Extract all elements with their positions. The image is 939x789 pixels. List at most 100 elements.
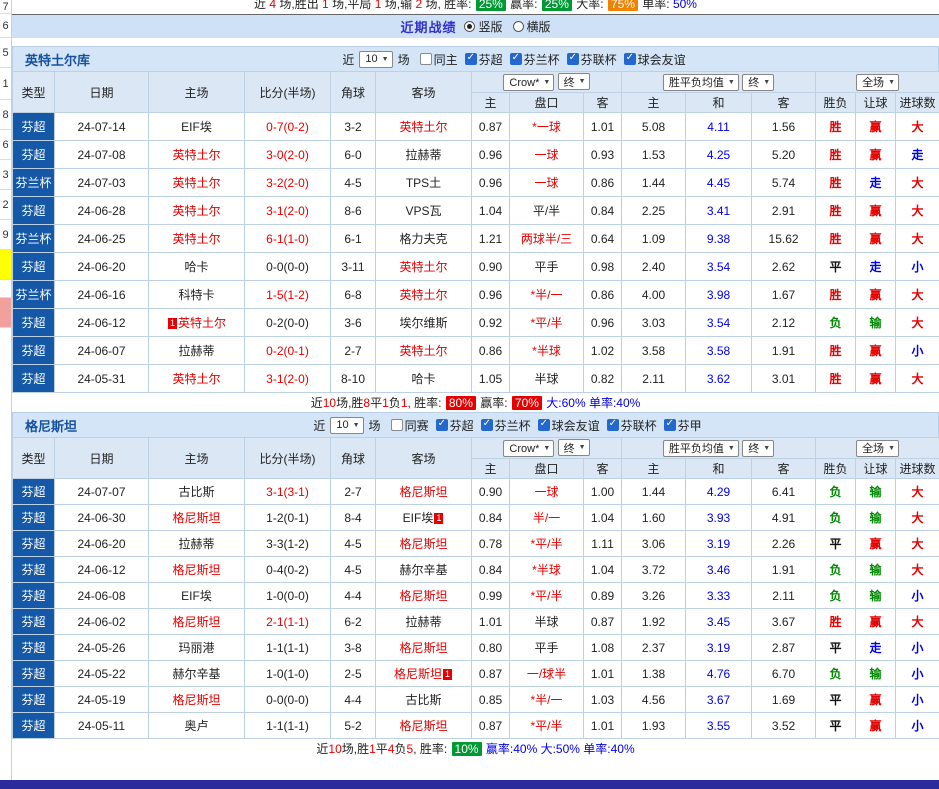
away-odds-cell: 0.64 [582,224,623,253]
checkbox-label-text: 芬联杯 [580,52,617,67]
home-team-link[interactable]: 英特土尔 [172,232,220,246]
home-team-cell: 英特土尔 [148,364,245,393]
home-team-link[interactable]: 拉赫蒂 [178,344,214,358]
away-team-link[interactable]: 格尼斯坦 [399,589,447,603]
away-team-link[interactable]: 英特土尔 [399,288,447,302]
result-cell: 胜 [815,280,857,309]
team-name-link[interactable]: 格尼斯坦 [25,416,77,435]
checkbox-checked-icon[interactable] [435,418,448,431]
checkbox-checked-icon[interactable] [509,52,522,65]
away-team-link[interactable]: 格尼斯坦 [399,537,447,551]
checkbox-checked-icon[interactable] [623,52,636,65]
away-team-link[interactable]: 古比斯 [405,693,441,707]
odds-time-select[interactable]: 终 ▼ [557,439,590,456]
checkbox-checked-icon[interactable] [480,418,493,431]
away-team-link[interactable]: 英特土尔 [399,120,447,134]
layout-radio[interactable]: 竖版 [464,18,503,35]
same-condition-checkbox[interactable]: 同赛 [390,417,429,434]
checkbox-checked-icon[interactable] [663,418,676,431]
scope-select[interactable]: 全场 ▼ [856,73,899,91]
league-filter-checkbox[interactable]: 芬兰杯 [509,51,560,68]
home-team-link[interactable]: 哈卡 [184,260,208,274]
away-team-link[interactable]: 拉赫蒂 [405,615,441,629]
away-team-link[interactable]: 埃尔维斯 [399,316,447,330]
home-team-link[interactable]: EIF埃 [181,120,212,134]
team-name-link[interactable]: 英特土尔库 [25,50,90,69]
avg-draw-odds-cell: 3.54 [685,252,753,281]
odds-source-select[interactable]: Crow* ▼ [503,440,555,457]
league-filter-checkbox[interactable]: 球会友谊 [623,51,686,68]
handicap-result-cell: 赢 [855,224,897,253]
home-team-link[interactable]: 英特土尔 [172,204,220,218]
away-team-link[interactable]: 格力夫克 [399,232,447,246]
league-filter-checkbox[interactable]: 芬兰杯 [480,417,531,434]
home-team-link[interactable]: 英特土尔 [172,148,220,162]
radio-selected-icon[interactable] [464,21,476,32]
same-condition-checkbox[interactable]: 同主 [419,51,458,68]
checkbox-icon[interactable] [390,419,403,431]
home-team-link[interactable]: 古比斯 [178,485,214,499]
checkbox-checked-icon[interactable] [566,52,579,65]
league-filter-checkbox[interactable]: 芬超 [435,417,474,434]
home-team-link[interactable]: 玛丽港 [178,641,214,655]
away-team-link[interactable]: VPS瓦 [405,204,441,218]
away-team-link[interactable]: 格尼斯坦 [399,485,447,499]
checkbox-checked-icon[interactable] [464,52,477,65]
odds-source-select[interactable]: Crow* ▼ [503,74,555,91]
away-team-link[interactable]: 格尼斯坦 [399,641,447,655]
avg-type-select[interactable]: 胜平负均值 ▼ [662,439,739,457]
home-team-link[interactable]: 英特土尔 [178,316,226,330]
away-team-link[interactable]: 格尼斯坦 [399,719,447,733]
away-team-link[interactable]: 哈卡 [411,372,435,386]
scope-select[interactable]: 全场 ▼ [856,439,899,457]
league-filter-checkbox[interactable]: 芬联杯 [606,417,657,434]
home-team-link[interactable]: 赫尔辛基 [172,667,220,681]
goals-result-cell: 大 [895,224,939,253]
recent-count-select[interactable]: 10 ▼ [330,416,364,434]
avg-draw-odds-cell: 9.38 [685,224,753,253]
avg-draw-odds-cell: 4.29 [685,478,753,505]
home-team-link[interactable]: 格尼斯坦 [172,693,220,707]
avg-type-select[interactable]: 胜平负均值 ▼ [662,73,739,91]
league-filter-checkbox[interactable]: 芬联杯 [566,51,617,68]
home-team-link[interactable]: EIF埃 [181,589,212,603]
away-team-link[interactable]: EIF埃 [403,511,434,525]
league-filter-checkbox[interactable]: 芬超 [464,51,503,68]
avg-time-select[interactable]: 终 ▼ [742,73,775,91]
home-team-link[interactable]: 奥卢 [184,719,208,733]
radio-icon[interactable] [512,21,524,32]
checkbox-checked-icon[interactable] [606,418,619,431]
odds-time-select[interactable]: 终 ▼ [557,73,590,90]
checkbox-icon[interactable] [419,53,432,65]
away-team-cell: 格尼斯坦 [375,712,472,739]
home-team-cell: 英特土尔 [148,196,245,225]
away-team-link[interactable]: 赫尔辛基 [399,563,447,577]
away-team-link[interactable]: 格尼斯坦 [394,667,442,681]
home-team-link[interactable]: 英特土尔 [172,176,220,190]
league-filter-checkbox[interactable]: 芬甲 [663,417,702,434]
away-team-link[interactable]: 拉赫蒂 [405,148,441,162]
league-filter-checkbox[interactable]: 球会友谊 [537,417,600,434]
stat-text: 近 [254,0,270,11]
away-team-link[interactable]: 英特土尔 [399,344,447,358]
away-team-link[interactable]: 英特土尔 [399,260,447,274]
avg-time-select[interactable]: 终 ▼ [742,439,775,457]
home-team-link[interactable]: 格尼斯坦 [172,563,220,577]
result-cell: 胜 [815,608,857,635]
away-team-link[interactable]: TPS土 [406,176,441,190]
recent-count-select[interactable]: 10 ▼ [359,50,393,68]
matches-label: 场 [368,418,381,433]
home-team-link[interactable]: 拉赫蒂 [178,537,214,551]
select-value: Crow* [509,442,540,455]
home-team-link[interactable]: 格尼斯坦 [172,615,220,629]
goals-result-cell: 小 [895,634,939,661]
home-team-link[interactable]: 英特土尔 [172,372,220,386]
home-team-link[interactable]: 格尼斯坦 [172,511,220,525]
left-strip-cell: 1 [0,68,11,100]
left-strip-cell [0,250,11,280]
home-team-link[interactable]: 科特卡 [178,288,214,302]
avg-away-odds-cell: 3.67 [751,608,817,635]
goals-result-cell: 大 [895,280,939,309]
checkbox-checked-icon[interactable] [537,418,550,431]
layout-radio[interactable]: 横版 [512,18,551,35]
